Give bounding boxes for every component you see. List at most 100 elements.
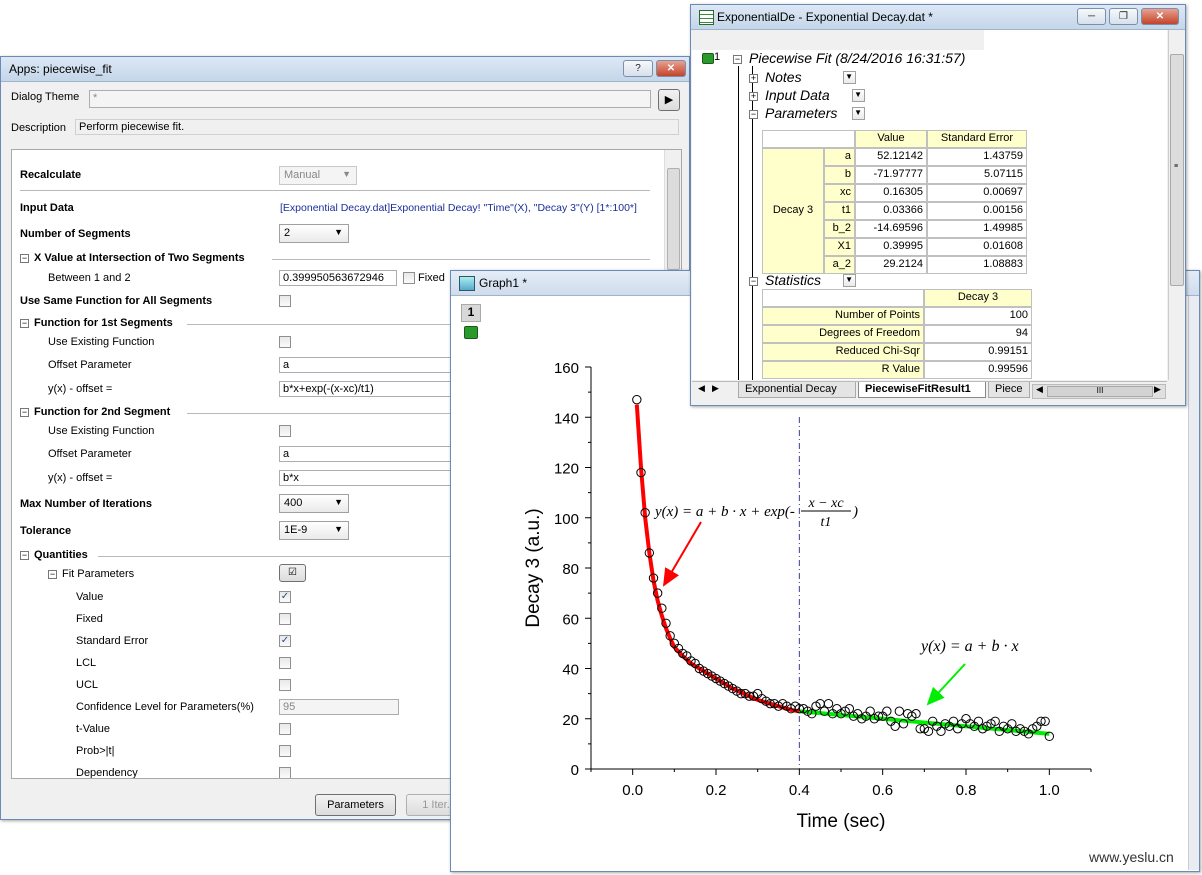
column-header: Value: [855, 130, 927, 148]
x-axis-label: Time (sec): [796, 811, 885, 832]
fixed-label: Fixed: [418, 272, 445, 284]
collapse-func1-toggle[interactable]: −: [20, 319, 29, 328]
eq1-arrow: [662, 521, 702, 587]
fit-param-item-checkbox[interactable]: ✓: [279, 635, 291, 647]
data-point: [894, 706, 905, 716]
input-data-value[interactable]: [Exponential Decay.dat]Exponential Decay…: [280, 202, 637, 214]
workbook-titlebar[interactable]: ExponentialDe - Exponential Decay.dat * …: [691, 5, 1185, 30]
collapse-x-intersection-toggle[interactable]: −: [20, 254, 29, 263]
fit-param-item-label: Dependency: [76, 767, 138, 779]
parameter-error-cell: 1.49985: [927, 220, 1027, 238]
parameter-name-cell: t1: [824, 202, 855, 220]
parameter-name-cell: b: [824, 166, 855, 184]
tree-line: [738, 66, 739, 380]
fit-param-item-checkbox[interactable]: [279, 679, 291, 691]
theme-menu-button[interactable]: ▶: [658, 89, 680, 111]
scroll-right-icon[interactable]: ▶: [1154, 384, 1161, 395]
num-segments-combo[interactable]: 2 ▼: [279, 224, 349, 243]
fixed-checkbox[interactable]: [403, 272, 415, 284]
input-data-menu-button[interactable]: ▼: [852, 89, 865, 102]
y-tick-label: 40: [562, 662, 579, 679]
dialog-theme-combo[interactable]: *: [89, 90, 651, 108]
tolerance-label: Tolerance: [20, 525, 72, 537]
confidence-level-input[interactable]: 95: [279, 699, 399, 715]
input-data-label: Input Data: [20, 202, 74, 214]
description-text: Perform piecewise fit.: [75, 119, 679, 135]
minimize-button[interactable]: ─: [1077, 8, 1106, 25]
parameters-menu-button[interactable]: ▼: [852, 107, 865, 120]
fit-param-item-checkbox[interactable]: [279, 613, 291, 625]
fit-param-item-checkbox[interactable]: ✓: [279, 591, 291, 603]
eq2-arrow: [926, 663, 966, 706]
func1-use-existing-checkbox[interactable]: [279, 336, 291, 348]
x-tick-label: 1.0: [1039, 782, 1060, 799]
statistics-section: Statistics: [765, 272, 822, 288]
fit-param-item-checkbox[interactable]: [279, 723, 291, 735]
expand-notes-toggle[interactable]: +: [749, 74, 758, 83]
workbook-title: ExponentialDe - Exponential Decay.dat *: [717, 10, 933, 24]
scrollbar-thumb[interactable]: [667, 168, 680, 270]
fit-param-item-checkbox[interactable]: [279, 745, 291, 757]
restore-icon: ❐: [1119, 11, 1128, 22]
help-button[interactable]: ?: [623, 60, 653, 77]
fit-param-item-checkbox[interactable]: [279, 767, 291, 778]
expand-input-data-toggle[interactable]: +: [749, 92, 758, 101]
report-sheet: 1 − Piecewise Fit (8/24/2016 16:31:57) +…: [692, 30, 1167, 380]
collapse-func2-toggle[interactable]: −: [20, 408, 29, 417]
divider: [272, 259, 650, 260]
dialog-titlebar[interactable]: Apps: piecewise_fit ? ✕: [1, 57, 689, 82]
y-tick-label: 120: [554, 461, 579, 478]
tolerance-combo[interactable]: 1E-9 ▼: [279, 521, 349, 540]
parameter-name-cell: b_2: [824, 220, 855, 238]
y-tick-label: 0: [571, 762, 579, 779]
statistic-value-cell: 0.99596: [924, 361, 1032, 379]
fit-param-item-checkbox[interactable]: [279, 657, 291, 669]
data-point: [823, 698, 834, 709]
notes-menu-button[interactable]: ▼: [843, 71, 856, 84]
collapse-parameters-toggle[interactable]: −: [749, 110, 758, 119]
func2-use-existing-checkbox[interactable]: [279, 425, 291, 437]
workbook-vscrollbar[interactable]: ≡: [1168, 30, 1185, 380]
recalculate-label: Recalculate: [20, 169, 82, 181]
dialog-title: Apps: piecewise_fit: [9, 62, 112, 76]
parameter-error-cell: 0.00697: [927, 184, 1027, 202]
scrollbar-thumb[interactable]: III: [1047, 386, 1153, 397]
scrollbar-thumb[interactable]: ≡: [1170, 54, 1184, 286]
same-function-checkbox[interactable]: [279, 295, 291, 307]
chevron-down-icon: ▼: [845, 72, 853, 81]
parameter-value-cell: -71.97777: [855, 166, 927, 184]
collapse-fit-params-toggle[interactable]: −: [48, 570, 57, 579]
parameters-button[interactable]: Parameters: [315, 794, 396, 816]
y-tick-label: 60: [562, 611, 579, 628]
collapse-report-toggle[interactable]: −: [733, 55, 742, 64]
parameter-value-cell: 0.16305: [855, 184, 927, 202]
tab-piecewise-fit-result[interactable]: PiecewiseFitResult1: [858, 382, 986, 398]
statistics-menu-button[interactable]: ▼: [843, 274, 856, 287]
y-tick-label: 100: [554, 511, 579, 528]
collapse-statistics-toggle[interactable]: −: [749, 277, 758, 286]
max-iter-label: Max Number of Iterations: [20, 498, 153, 510]
report-title: Piecewise Fit (8/24/2016 16:31:57): [749, 50, 966, 66]
nav-first-icon[interactable]: ◀: [698, 383, 705, 394]
between-input[interactable]: 0.399950563672946: [279, 270, 397, 286]
divider: [20, 190, 650, 191]
statistic-name-cell: R Value: [762, 361, 924, 379]
workbook-close-button[interactable]: ✕: [1141, 8, 1179, 25]
notes-section: Notes: [765, 69, 802, 85]
tab-exponential-decay[interactable]: Exponential Decay: [738, 382, 856, 398]
tab-piece[interactable]: Piece: [988, 382, 1030, 398]
dialog-close-button[interactable]: ✕: [656, 60, 686, 77]
workbook-hscrollbar[interactable]: ◀ III ▶: [1032, 384, 1166, 399]
fit-param-item-label: Confidence Level for Parameters(%): [76, 701, 254, 713]
nav-last-icon[interactable]: ▶: [712, 383, 719, 394]
fit-params-check-all-button[interactable]: ☑: [279, 564, 306, 582]
max-iter-combo[interactable]: 400 ▼: [279, 494, 349, 513]
parameter-name-cell: a: [824, 148, 855, 166]
recalculate-combo[interactable]: Manual ▼: [279, 166, 357, 185]
scroll-left-icon[interactable]: ◀: [1036, 384, 1043, 395]
chevron-down-icon: ▼: [334, 497, 343, 507]
collapse-quantities-toggle[interactable]: −: [20, 551, 29, 560]
func2-use-existing-label: Use Existing Function: [48, 425, 155, 437]
lock-icon[interactable]: [702, 53, 714, 64]
restore-button[interactable]: ❐: [1109, 8, 1138, 25]
